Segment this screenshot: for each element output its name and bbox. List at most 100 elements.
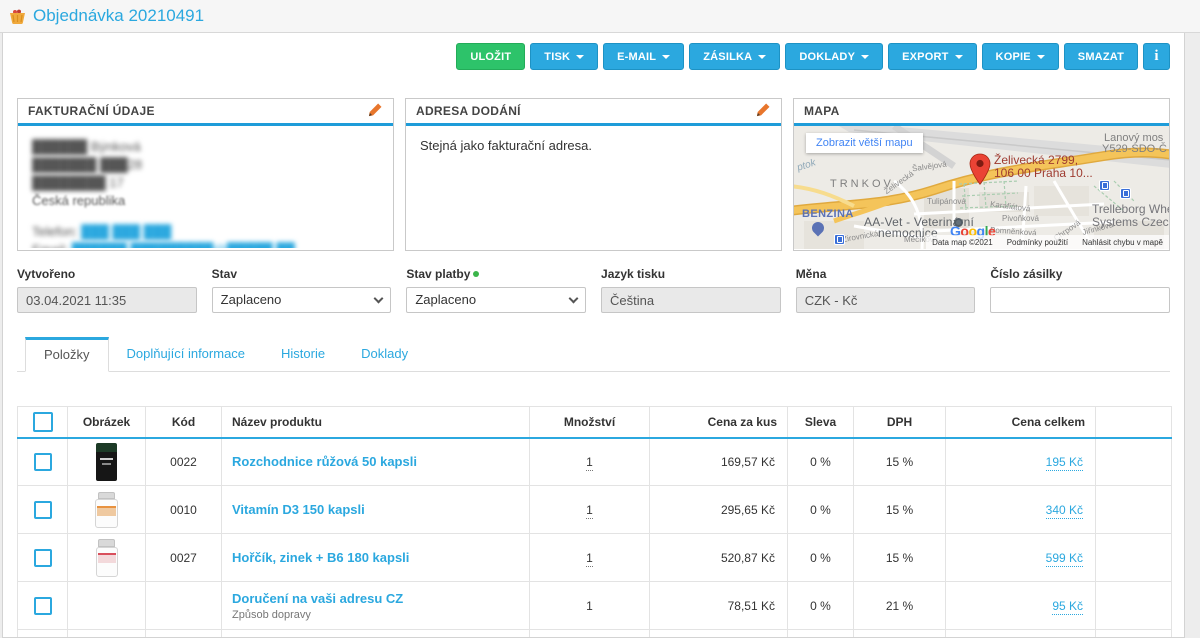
shipping-note: Stejná jako fakturační adresa.	[420, 138, 767, 153]
map-label: Trelleborg Whe	[1092, 202, 1169, 216]
tracking-number-input[interactable]	[990, 287, 1170, 313]
product-image	[96, 539, 118, 577]
info-icon: i	[1154, 48, 1158, 65]
paid-status-dot	[473, 271, 479, 277]
unit-price: 0,00 Kč	[650, 630, 788, 638]
email-button[interactable]: E-MAIL	[603, 43, 684, 70]
unit-price: 295,65 Kč	[650, 486, 788, 534]
row-subtitle: Způsob dopravy	[232, 609, 519, 621]
caret-down-icon	[861, 55, 869, 59]
edit-pencil-icon[interactable]	[368, 102, 383, 120]
map-data-copyright: Data map ©2021	[932, 238, 993, 247]
table-row: 0022 Rozchodnice růžová 50 kapsli 1 169,…	[18, 438, 1172, 486]
product-name-link[interactable]: Vitamín D3 150 kapsli	[232, 502, 365, 517]
unit-price: 520,87 Kč	[650, 534, 788, 582]
map-marker-icon[interactable]	[969, 153, 991, 189]
table-row: Doručení na vaši adresu CZ Způsob doprav…	[18, 582, 1172, 630]
vat: 21 %	[854, 582, 946, 630]
discount: 0 %	[788, 486, 854, 534]
chevron-down-icon	[374, 293, 384, 303]
caret-down-icon	[662, 55, 670, 59]
print-button[interactable]: TISK	[530, 43, 598, 70]
export-button[interactable]: EXPORT	[888, 43, 976, 70]
items-table: Obrázek Kód Název produktu Množství Cena…	[17, 406, 1172, 638]
caret-down-icon	[576, 55, 584, 59]
vat: 15 %	[854, 486, 946, 534]
product-code: 0010	[146, 486, 222, 534]
chevron-down-icon	[569, 293, 579, 303]
total-price[interactable]: 195 Kč	[1046, 455, 1083, 471]
vat: 15 %	[854, 534, 946, 582]
info-button[interactable]: i	[1143, 43, 1170, 70]
payment-status-select[interactable]: Zaplaceno	[406, 287, 586, 313]
map-panel: MAPA	[793, 98, 1170, 251]
quantity-value: 1	[530, 582, 650, 630]
page-title: Objednávka 20210491	[33, 6, 204, 26]
quantity-value: 1	[530, 630, 650, 638]
total-price[interactable]: 95 Kč	[1052, 599, 1083, 615]
vat: 15 %	[854, 438, 946, 486]
tab-documents[interactable]: Doklady	[343, 337, 426, 371]
field-created: Vytvořeno	[17, 267, 197, 313]
col-image: Obrázek	[68, 407, 146, 438]
panels-row: FAKTURAČNÍ ÚDAJE ██████ Býnková ███████ …	[17, 98, 1170, 251]
edit-pencil-icon[interactable]	[756, 102, 771, 120]
row-checkbox[interactable]	[34, 501, 52, 519]
map-attribution: Data map ©2021 Podmínky použití Nahlásit…	[926, 235, 1169, 249]
product-name-link[interactable]: Rozchodnice růžová 50 kapsli	[232, 454, 417, 469]
shipment-button[interactable]: ZÁSILKA	[689, 43, 780, 70]
map-panel-title: MAPA	[804, 104, 840, 118]
quantity-value[interactable]: 1	[586, 455, 593, 471]
tab-additional-info[interactable]: Doplňující informace	[109, 337, 264, 371]
row-checkbox[interactable]	[34, 597, 52, 615]
copy-button[interactable]: KOPIE	[982, 43, 1059, 70]
col-vat: DPH	[854, 407, 946, 438]
discount: 0 %	[788, 582, 854, 630]
toolbar: ULOŽIT TISK E-MAIL ZÁSILKA DOKLADY EXPOR…	[17, 43, 1170, 70]
total-price[interactable]: 599 Kč	[1046, 551, 1083, 567]
discount: 0 %	[788, 630, 854, 638]
status-select[interactable]: Zaplaceno	[212, 287, 392, 313]
tab-history[interactable]: Historie	[263, 337, 343, 371]
unit-price: 169,57 Kč	[650, 438, 788, 486]
table-header-row: Obrázek Kód Název produktu Množství Cena…	[18, 407, 1172, 438]
quantity-value[interactable]: 1	[586, 551, 593, 567]
map-report-link[interactable]: Nahlásit chybu v mapě	[1082, 238, 1163, 247]
transit-icon	[834, 234, 845, 245]
row-checkbox[interactable]	[34, 453, 52, 471]
col-discount: Sleva	[788, 407, 854, 438]
row-checkbox[interactable]	[34, 549, 52, 567]
map-terms-link[interactable]: Podmínky použití	[1007, 238, 1068, 247]
delete-button[interactable]: SMAZAT	[1064, 43, 1138, 70]
map-label: Tulipánová	[927, 197, 966, 206]
col-unit-price: Cena za kus	[650, 407, 788, 438]
total-price[interactable]: 340 Kč	[1046, 503, 1083, 519]
discount: 0 %	[788, 534, 854, 582]
billing-city: ████████ 17	[32, 174, 379, 192]
field-currency: Měna	[796, 267, 976, 313]
save-button[interactable]: ULOŽIT	[456, 43, 525, 70]
map-poi-benzina: BENZINA	[802, 208, 854, 220]
documents-button[interactable]: DOKLADY	[785, 43, 883, 70]
col-total: Cena celkem	[946, 407, 1096, 438]
created-input	[17, 287, 197, 313]
product-name-link[interactable]: Hořčík, zinek + B6 180 kapsli	[232, 550, 409, 565]
larger-map-link[interactable]: Zobrazit větší mapu	[806, 133, 923, 153]
product-code	[146, 582, 222, 630]
map-label: Pivoňková	[1002, 214, 1039, 223]
shipping-panel-title: ADRESA DODÁNÍ	[416, 104, 521, 118]
google-map[interactable]: ptok TRNKOV Šalvějová Želivecká Tulipáno…	[794, 126, 1169, 249]
map-label: Y529-SDO-Č	[1102, 143, 1167, 155]
quantity-value[interactable]: 1	[586, 503, 593, 519]
field-print-language: Jazyk tisku	[601, 267, 781, 313]
tab-items[interactable]: Položky	[25, 337, 109, 372]
vat: 21 %	[854, 630, 946, 638]
field-status: Stav Zaplaceno	[212, 267, 392, 313]
map-marker-label: Želivecká 2799, 106 00 Praha 10...	[994, 154, 1093, 180]
print-language-input	[601, 287, 781, 313]
billing-country: Česká republika	[32, 192, 379, 210]
select-all-checkbox[interactable]	[33, 412, 53, 432]
field-tracking-number: Číslo zásilky	[990, 267, 1170, 313]
shipping-method-link[interactable]: Doručení na vaši adresu CZ	[232, 591, 403, 606]
table-row: 0010 Vitamín D3 150 kapsli 1 295,65 Kč 0…	[18, 486, 1172, 534]
